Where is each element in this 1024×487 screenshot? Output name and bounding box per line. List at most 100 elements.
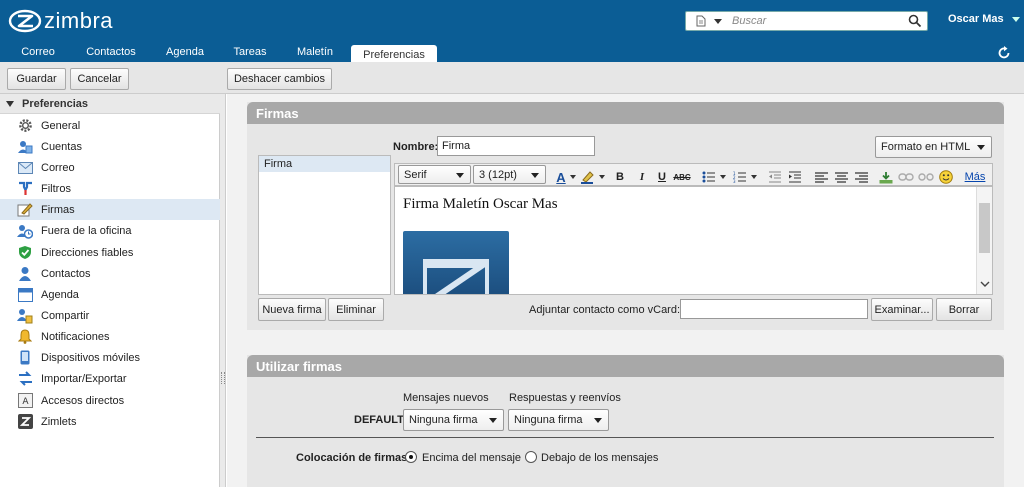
signature-image (403, 231, 509, 294)
font-color-icon[interactable]: A (551, 170, 571, 185)
tab-correo[interactable]: Correo (9, 42, 67, 62)
editor-scrollbar[interactable] (976, 187, 992, 294)
sidebar-resize-handle[interactable] (220, 94, 226, 487)
signature-list-item[interactable]: Firma (259, 156, 390, 172)
clear-button[interactable]: Borrar (936, 298, 992, 321)
document-icon[interactable] (694, 14, 708, 28)
default-row-label: DEFAULT: (354, 414, 407, 426)
sidebar-item-label: Firmas (41, 203, 75, 216)
sidebar-item-label: General (41, 119, 81, 132)
zimbra-logo[interactable]: zimbra (8, 7, 113, 35)
svg-text:3: 3 (733, 179, 736, 183)
radio-below-label[interactable]: Debajo de los mensajes (541, 452, 658, 464)
radio-selected-dot (409, 455, 413, 459)
format-select[interactable]: Formato en HTML (875, 136, 992, 158)
bullet-list-icon[interactable] (700, 170, 718, 184)
contacts-icon (17, 266, 33, 282)
sidebar-item-notificaciones[interactable]: Notificaciones (0, 326, 220, 347)
replies-signature-select[interactable]: Ninguna firma (508, 409, 609, 431)
cancel-button[interactable]: Cancelar (70, 68, 129, 90)
user-chevron-down-icon[interactable] (1011, 16, 1020, 22)
numbered-list-chevron-icon[interactable] (750, 170, 757, 184)
new-messages-column-label: Mensajes nuevos (403, 392, 489, 404)
search-box[interactable]: Buscar (685, 11, 928, 31)
font-size-select[interactable]: 3 (12pt) (473, 165, 546, 184)
radio-above-label[interactable]: Encima del mensaje (422, 452, 521, 464)
delete-signature-button[interactable]: Eliminar (328, 298, 384, 321)
refresh-icon[interactable] (996, 45, 1012, 61)
sidebar-item-dispositivos[interactable]: Dispositivos móviles (0, 347, 220, 368)
undo-changes-button[interactable]: Deshacer cambios (227, 68, 332, 90)
signature-editor-text[interactable]: Firma Maletín Oscar Mas (403, 196, 558, 213)
replies-column-label: Respuestas y reenvíos (509, 392, 621, 404)
chevron-down-icon (594, 418, 602, 423)
save-button[interactable]: Guardar (7, 68, 66, 90)
use-signatures-panel-title: Utilizar firmas (247, 355, 1004, 377)
new-messages-signature-value: Ninguna firma (409, 414, 478, 426)
more-options-link[interactable]: Más (963, 170, 987, 184)
outdent-icon[interactable] (766, 170, 784, 184)
radio-above-message[interactable] (405, 451, 417, 463)
search-input[interactable]: Buscar (732, 15, 908, 27)
browse-button[interactable]: Examinar... (871, 298, 933, 321)
scroll-down-icon[interactable] (980, 281, 990, 288)
indent-icon[interactable] (786, 170, 804, 184)
collapse-triangle-icon[interactable] (6, 100, 14, 107)
signature-list[interactable] (258, 155, 391, 295)
grip-icon (221, 372, 225, 384)
user-menu[interactable]: Oscar Mas (948, 13, 1020, 25)
sidebar-item-filtros[interactable]: Filtros (0, 178, 220, 199)
sidebar-item-compartir[interactable]: Compartir (0, 305, 220, 326)
tab-agenda[interactable]: Agenda (158, 42, 212, 62)
tab-tareas[interactable]: Tareas (226, 42, 274, 62)
signature-icon (17, 202, 33, 218)
tab-contactos[interactable]: Contactos (78, 42, 144, 62)
sidebar-header[interactable]: Preferencias (0, 94, 220, 114)
new-messages-signature-select[interactable]: Ninguna firma (403, 409, 504, 431)
sidebar-item-contactos[interactable]: Contactos (0, 263, 220, 284)
highlight-icon[interactable] (578, 170, 598, 184)
sidebar-item-accesos-directos[interactable]: A Accesos directos (0, 390, 220, 411)
insert-link-icon[interactable] (897, 170, 915, 184)
font-family-value: Serif (404, 168, 427, 181)
sidebar-item-zimlets[interactable]: Zimlets (0, 411, 220, 432)
sidebar-item-firmas[interactable]: Firmas (0, 199, 220, 220)
remove-link-icon[interactable] (917, 170, 935, 184)
signature-editor[interactable]: Firma Maletín Oscar Mas (394, 186, 993, 295)
bold-icon[interactable]: B (613, 170, 627, 184)
tab-maletin[interactable]: Maletín (287, 42, 343, 62)
font-family-select[interactable]: Serif (398, 165, 471, 184)
scrollbar-thumb[interactable] (979, 203, 990, 253)
sidebar-item-correo[interactable]: Correo (0, 157, 220, 178)
radio-below-messages[interactable] (525, 451, 537, 463)
strikethrough-icon[interactable]: ABC (673, 170, 691, 184)
sidebar-item-general[interactable]: General (0, 115, 220, 136)
signature-name-input[interactable]: Firma (437, 136, 595, 156)
sidebar-item-cuentas[interactable]: Cuentas (0, 136, 220, 157)
font-color-chevron-icon[interactable] (570, 170, 576, 184)
mobile-icon (17, 350, 33, 366)
filter-icon (17, 181, 33, 197)
sidebar-item-direcciones-fiables[interactable]: Direcciones fiables (0, 242, 220, 263)
sidebar-item-fuera-oficina[interactable]: Fuera de la oficina (0, 220, 220, 241)
align-left-icon[interactable] (812, 170, 830, 184)
user-name[interactable]: Oscar Mas (948, 13, 1004, 25)
sidebar-item-importar-exportar[interactable]: Importar/Exportar (0, 368, 220, 389)
bullet-list-chevron-icon[interactable] (719, 170, 726, 184)
calendar-icon (17, 287, 33, 303)
sidebar-item-agenda[interactable]: Agenda (0, 284, 220, 305)
italic-icon[interactable]: I (635, 170, 649, 184)
numbered-list-icon[interactable]: 123 (731, 170, 749, 184)
search-type-chevron-icon[interactable] (714, 18, 722, 24)
vcard-input[interactable] (680, 299, 868, 319)
emoticon-icon[interactable] (937, 170, 955, 184)
format-select-value: Formato en HTML (881, 141, 971, 153)
highlight-chevron-icon[interactable] (598, 170, 605, 184)
insert-image-icon[interactable] (877, 170, 895, 184)
new-signature-button[interactable]: Nueva firma (258, 298, 326, 321)
align-right-icon[interactable] (852, 170, 870, 184)
align-center-icon[interactable] (832, 170, 850, 184)
search-icon[interactable] (908, 14, 922, 28)
logo-text: zimbra (44, 8, 114, 33)
underline-icon[interactable]: U (655, 170, 669, 184)
